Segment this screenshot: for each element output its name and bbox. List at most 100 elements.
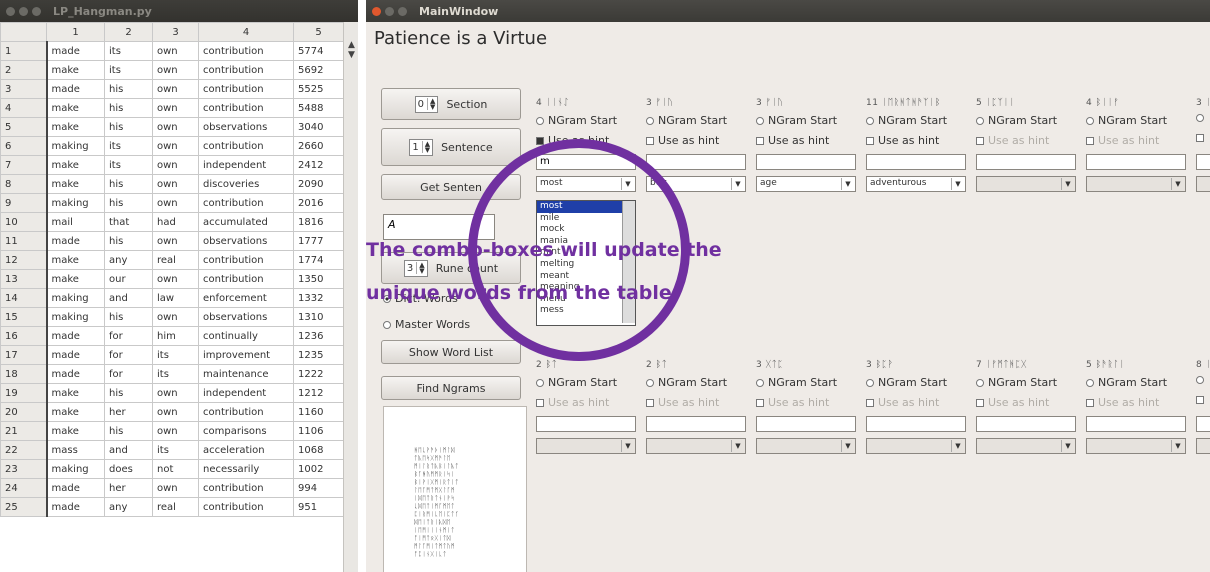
table-cell[interactable]: own: [152, 79, 199, 99]
scroll-up-arrow-icon[interactable]: ▲ ▼: [344, 40, 358, 60]
table-cell[interactable]: made: [45, 364, 105, 384]
table-cell[interactable]: made: [45, 326, 105, 346]
row-header[interactable]: 2: [0, 60, 47, 80]
table-cell[interactable]: make: [45, 402, 105, 422]
table-cell[interactable]: 1332: [293, 288, 344, 308]
table-cell[interactable]: make: [45, 269, 105, 289]
sentence-spinbox[interactable]: 1 ▲ ▼: [409, 138, 434, 156]
table-cell[interactable]: made: [45, 345, 105, 365]
table-cell[interactable]: his: [104, 421, 153, 441]
row-header[interactable]: 16: [0, 326, 47, 346]
table-cell[interactable]: for: [104, 345, 153, 365]
table-row[interactable]: 17 made for its improvement 1235: [0, 345, 344, 365]
table-cell[interactable]: own: [152, 117, 199, 137]
minimize-window-icon[interactable]: [385, 6, 394, 16]
table-cell[interactable]: contribution: [198, 60, 294, 80]
table-cell[interactable]: contribution: [198, 402, 294, 422]
table-cell[interactable]: own: [152, 421, 199, 441]
table-cell[interactable]: contribution: [198, 269, 294, 289]
row-header[interactable]: 9: [0, 193, 47, 213]
table-cell[interactable]: its: [152, 440, 199, 460]
ngram-start-radio[interactable]: NGram Start: [976, 114, 1057, 127]
use-as-hint-checkbox[interactable]: Use as hint: [536, 134, 609, 147]
table-row[interactable]: 13 make our own contribution 1350: [0, 269, 344, 289]
letter-input[interactable]: [866, 154, 966, 170]
use-as-hint-checkbox[interactable]: Use as hint: [646, 396, 719, 409]
word-combo-box[interactable]: ▼: [1196, 176, 1210, 192]
chevron-down-icon[interactable]: ▼: [1061, 178, 1074, 190]
spin-arrows-icon[interactable]: ▲ ▼: [421, 141, 430, 154]
table-cell[interactable]: real: [152, 497, 199, 517]
section-button[interactable]: 0 ▲ ▼ Section: [381, 88, 521, 120]
row-header[interactable]: 15: [0, 307, 47, 327]
table-cell[interactable]: 1310: [293, 307, 344, 327]
table-cell[interactable]: its: [104, 60, 153, 80]
table-cell[interactable]: making: [45, 307, 105, 327]
chevron-down-icon[interactable]: ▼: [841, 178, 854, 190]
ngram-start-radio[interactable]: [1196, 376, 1208, 384]
table-cell[interactable]: 5488: [293, 98, 344, 118]
table-cell[interactable]: real: [152, 250, 199, 270]
letter-input[interactable]: [976, 154, 1076, 170]
table-cell[interactable]: 5692: [293, 60, 344, 80]
use-as-hint-checkbox[interactable]: Use as hint: [1086, 134, 1159, 147]
word-combo-box[interactable]: ▼: [1086, 438, 1186, 454]
table-cell[interactable]: independent: [198, 383, 294, 403]
table-cell[interactable]: made: [45, 41, 105, 61]
use-as-hint-checkbox[interactable]: Use as hint: [1086, 396, 1159, 409]
table-cell[interactable]: contribution: [198, 193, 294, 213]
use-as-hint-checkbox[interactable]: [1196, 396, 1208, 404]
table-cell[interactable]: 1235: [293, 345, 344, 365]
table-cell[interactable]: not: [152, 459, 199, 479]
table-cell[interactable]: making: [45, 193, 105, 213]
table-cell[interactable]: contribution: [198, 497, 294, 517]
word-combo-box[interactable]: ▼: [1086, 176, 1186, 192]
table-cell[interactable]: contribution: [198, 41, 294, 61]
table-cell[interactable]: make: [45, 117, 105, 137]
minimize-window-icon[interactable]: [19, 6, 28, 16]
table-cell[interactable]: 1774: [293, 250, 344, 270]
table-cell[interactable]: its: [152, 364, 199, 384]
sentence-button[interactable]: 1 ▲ ▼ Sentence: [381, 128, 521, 166]
table-cell[interactable]: own: [152, 98, 199, 118]
ngram-start-radio[interactable]: NGram Start: [756, 376, 837, 389]
column-header[interactable]: 4: [198, 22, 294, 42]
chevron-down-icon[interactable]: ▼: [951, 440, 964, 452]
use-as-hint-checkbox[interactable]: Use as hint: [976, 134, 1049, 147]
table-row[interactable]: 5 make his own observations 3040: [0, 117, 344, 137]
table-cell[interactable]: own: [152, 155, 199, 175]
table-cell[interactable]: 2016: [293, 193, 344, 213]
chevron-down-icon[interactable]: ▼: [1171, 440, 1184, 452]
table-cell[interactable]: improvement: [198, 345, 294, 365]
table-cell[interactable]: contribution: [198, 79, 294, 99]
table-cell[interactable]: its: [104, 41, 153, 61]
table-cell[interactable]: 5525: [293, 79, 344, 99]
letter-input[interactable]: [866, 416, 966, 432]
table-row[interactable]: 21 make his own comparisons 1106: [0, 421, 344, 441]
row-header[interactable]: 11: [0, 231, 47, 251]
row-header[interactable]: 22: [0, 440, 47, 460]
table-cell[interactable]: make: [45, 60, 105, 80]
letter-input[interactable]: [1086, 416, 1186, 432]
ngram-start-radio[interactable]: NGram Start: [536, 376, 617, 389]
table-cell[interactable]: 2660: [293, 136, 344, 156]
ngram-start-radio[interactable]: NGram Start: [536, 114, 617, 127]
table-cell[interactable]: 1222: [293, 364, 344, 384]
table-cell[interactable]: her: [104, 402, 153, 422]
table-row[interactable]: 9 making his own contribution 2016: [0, 193, 344, 213]
ngram-start-radio[interactable]: NGram Start: [1086, 114, 1167, 127]
use-as-hint-checkbox[interactable]: Use as hint: [866, 134, 939, 147]
table-cell[interactable]: own: [152, 136, 199, 156]
row-header[interactable]: 5: [0, 117, 47, 137]
ngram-start-radio[interactable]: NGram Start: [756, 114, 837, 127]
word-combo-box[interactable]: age ▼: [756, 176, 856, 192]
letter-input[interactable]: [756, 154, 856, 170]
close-window-icon[interactable]: [372, 6, 381, 16]
table-cell[interactable]: make: [45, 155, 105, 175]
table-cell[interactable]: and: [104, 440, 153, 460]
column-header[interactable]: 3: [152, 22, 199, 42]
chevron-down-icon[interactable]: ▼: [1061, 440, 1074, 452]
table-row[interactable]: 8 make his own discoveries 2090: [0, 174, 344, 194]
table-cell[interactable]: own: [152, 174, 199, 194]
table-row[interactable]: 12 make any real contribution 1774: [0, 250, 344, 270]
